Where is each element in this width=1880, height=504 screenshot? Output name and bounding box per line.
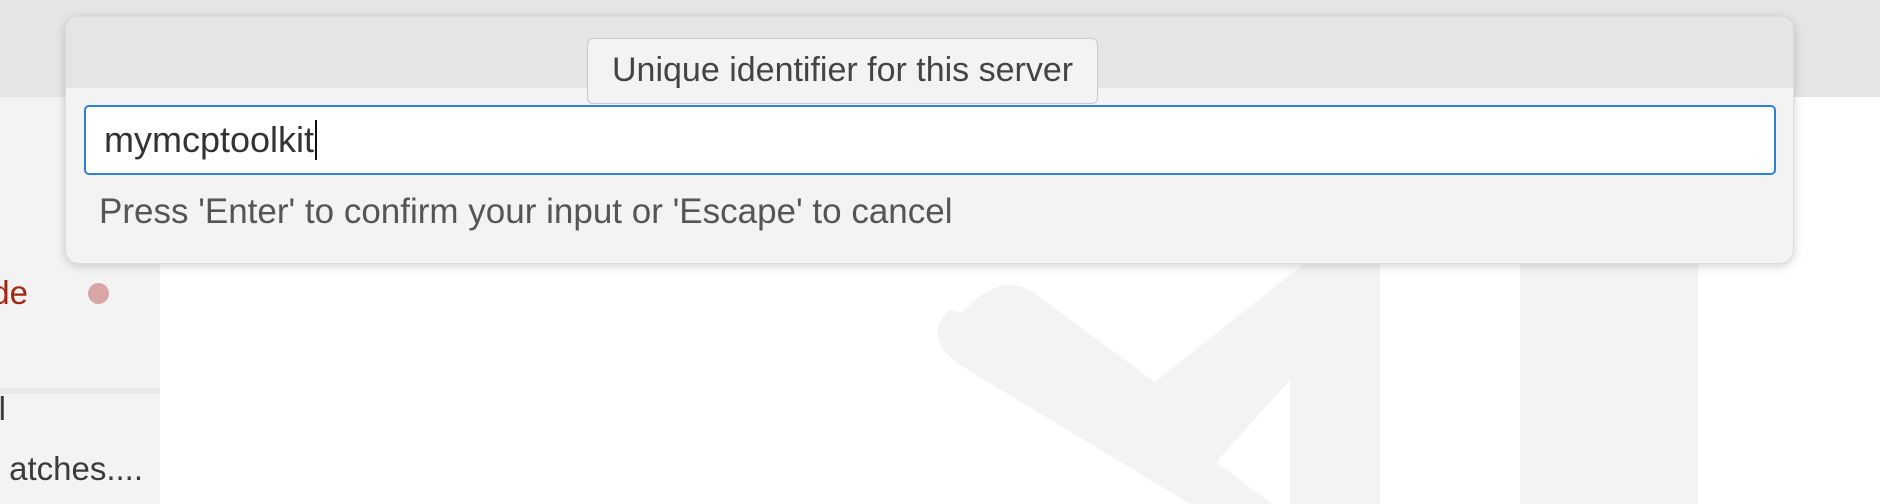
quick-input-title-tooltip: Unique identifier for this server [587, 38, 1099, 104]
app-window: de l atches.... Unique identifier for th… [0, 0, 1880, 504]
text-caret [315, 120, 318, 161]
quick-input-widget: Unique identifier for this server mymcpt… [65, 16, 1794, 264]
server-id-input[interactable]: mymcptoolkit [84, 105, 1776, 175]
sidebar-item-label[interactable]: atches.... [9, 450, 143, 488]
sidebar-item-label-modified[interactable]: de [0, 274, 28, 312]
sidebar-divider [0, 388, 160, 394]
server-id-input-value: mymcptoolkit [104, 119, 315, 160]
modified-dot-icon [88, 283, 109, 304]
quick-input-message: Press 'Enter' to confirm your input or '… [99, 192, 953, 231]
sidebar-item-label[interactable]: l [0, 390, 6, 428]
